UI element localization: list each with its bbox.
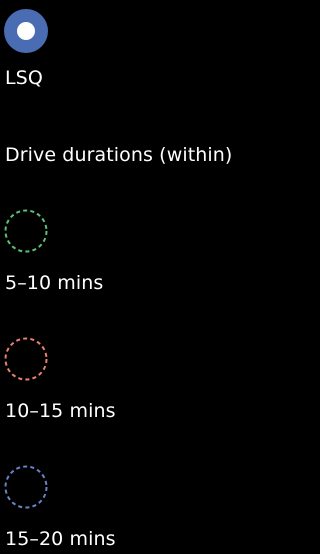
drive-duration-legend: LSQ Drive durations (within) 5–10 mins 1… <box>0 0 286 554</box>
dashed-circle-icon <box>4 465 48 509</box>
origin-label: LSQ <box>5 67 43 89</box>
origin-marker-icon <box>4 9 48 53</box>
legend-title: Drive durations (within) <box>5 144 233 166</box>
dashed-circle-icon <box>4 209 48 253</box>
legend-item-label: 10–15 mins <box>5 400 116 422</box>
dashed-circle-icon <box>4 337 48 381</box>
origin-marker-center <box>17 22 35 40</box>
legend-item-label: 5–10 mins <box>5 272 104 294</box>
legend-item-label: 15–20 mins <box>5 528 116 550</box>
